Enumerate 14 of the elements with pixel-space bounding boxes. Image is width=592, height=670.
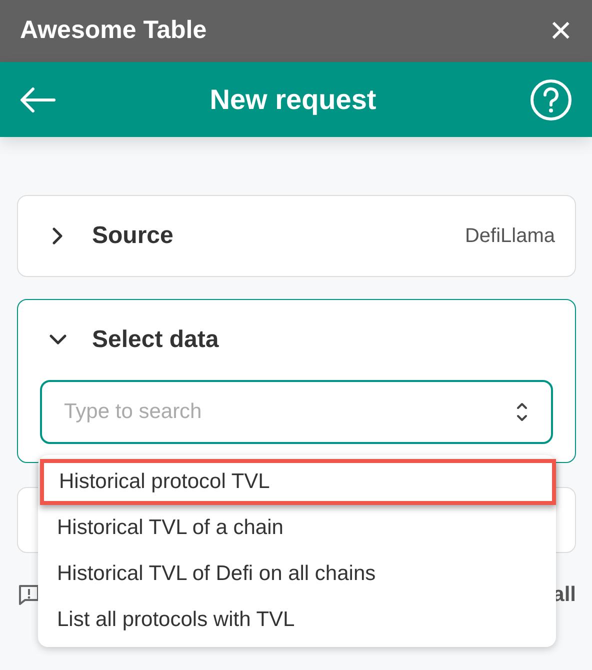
- help-button[interactable]: [530, 78, 572, 120]
- search-field[interactable]: Type to search: [40, 380, 553, 444]
- close-button[interactable]: ×: [550, 12, 572, 50]
- dropdown-option[interactable]: Historical TVL of Defi on all chains: [38, 551, 556, 597]
- sort-icon: [515, 401, 529, 423]
- accordion-header[interactable]: Source DefiLlama: [18, 196, 575, 276]
- feedback-icon[interactable]: [17, 582, 41, 607]
- dropdown-option[interactable]: Historical TVL of a chain: [38, 505, 556, 551]
- back-button[interactable]: [20, 86, 56, 112]
- page-title: New request: [210, 82, 376, 117]
- window-title: Awesome Table: [20, 15, 207, 46]
- dropdown-option[interactable]: Historical protocol TVL: [40, 459, 556, 505]
- dropdown-option[interactable]: List all protocols with TVL: [38, 597, 556, 643]
- accordion-header[interactable]: Select data: [18, 300, 575, 380]
